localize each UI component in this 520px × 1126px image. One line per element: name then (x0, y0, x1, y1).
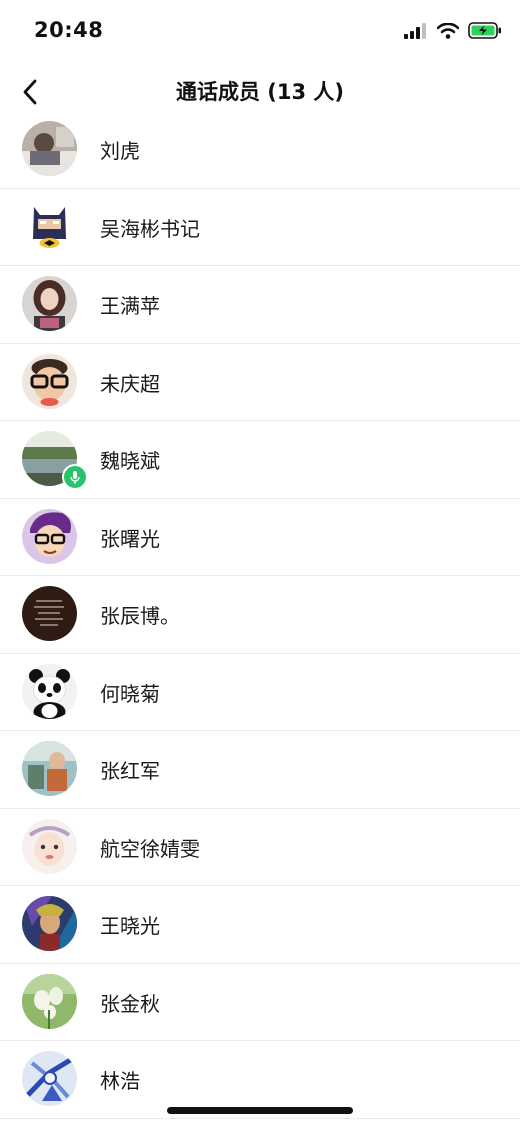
member-row[interactable]: 何晓菊 (0, 654, 520, 732)
avatar (22, 121, 77, 176)
member-row[interactable]: 王满苹 (0, 266, 520, 344)
member-name: 王晓光 (100, 914, 160, 938)
member-name: 张曙光 (100, 526, 160, 551)
member-row[interactable]: 航空徐婧雯 (0, 809, 520, 887)
speaking-badge (62, 464, 88, 490)
avatar (22, 741, 77, 796)
member-row[interactable]: 刘虎 (0, 111, 520, 189)
avatar (22, 353, 77, 409)
cellular-signal-icon (404, 22, 426, 39)
avatar (22, 973, 77, 1029)
status-icons (404, 22, 502, 39)
status-time: 20:48 (34, 18, 104, 42)
member-name: 吴海彬书记 (100, 216, 200, 241)
member-row[interactable]: 张红军 (0, 731, 520, 809)
member-row[interactable]: 张曙光 (0, 499, 520, 577)
member-row[interactable]: 张金秋 (0, 964, 520, 1042)
avatar (22, 818, 77, 874)
microphone-icon (70, 470, 80, 484)
member-name: 张金秋 (100, 991, 160, 1016)
home-indicator[interactable] (167, 1107, 353, 1114)
status-bar: 20:48 (0, 0, 520, 64)
member-row[interactable]: 王晓光 (0, 886, 520, 964)
page-title: 通话成员 (13 人) (175, 80, 345, 104)
member-row[interactable]: 魏晓斌 (0, 421, 520, 499)
member-name: 林浩 (100, 1069, 140, 1093)
avatar (22, 1051, 77, 1106)
avatar (22, 896, 77, 951)
member-name: 张辰博。 (100, 604, 180, 628)
member-name: 何晓菊 (100, 681, 160, 706)
avatar (22, 431, 88, 490)
avatar (22, 508, 77, 564)
member-name: 王满苹 (100, 294, 160, 318)
member-name: 未庆超 (100, 371, 160, 396)
member-row[interactable]: 吴海彬书记 (0, 189, 520, 267)
avatar (22, 663, 77, 719)
wifi-icon (437, 22, 459, 39)
avatar (22, 198, 77, 254)
avatar (22, 586, 77, 641)
member-name: 刘虎 (100, 139, 140, 163)
battery-charging-icon (468, 22, 501, 39)
avatar (22, 276, 77, 331)
member-name: 航空徐婧雯 (100, 836, 200, 861)
call-member-list: 刘虎 吴海彬书记 王满苹 未庆超 魏晓斌 张曙光 张辰博。 何晓菊 张红军 航空… (0, 111, 520, 1119)
member-row[interactable]: 未庆超 (0, 344, 520, 422)
member-row[interactable]: 张辰博。 (0, 576, 520, 654)
member-name: 魏晓斌 (100, 449, 160, 473)
member-name: 张红军 (100, 759, 160, 783)
